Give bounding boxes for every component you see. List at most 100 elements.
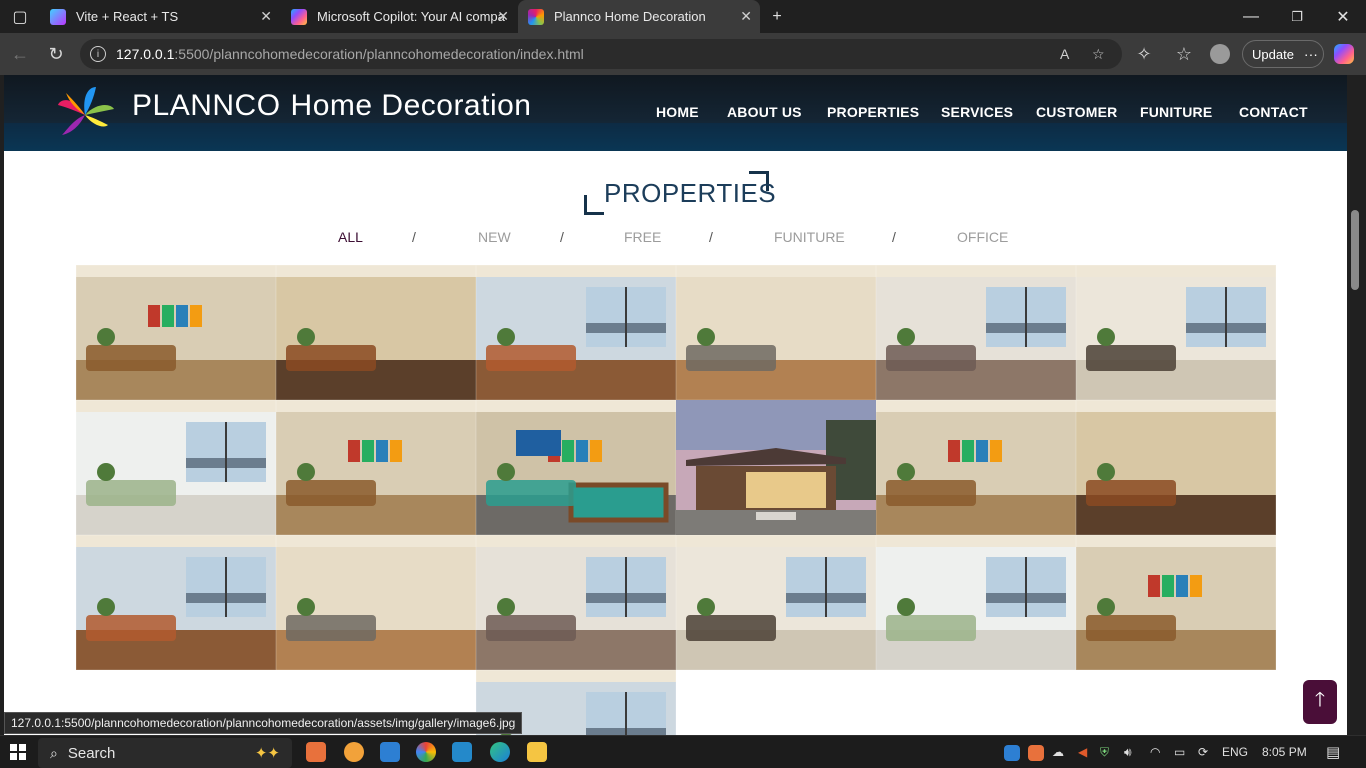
brand-main: PLANNCO [132, 89, 281, 122]
refresh-icon[interactable]: ↻ [42, 41, 70, 67]
file-explorer-icon[interactable] [527, 742, 547, 762]
web-page: PLANNCO Home Decoration HOME ABOUT US PRO… [4, 75, 1347, 735]
nav-services[interactable]: SERVICES [941, 104, 1013, 120]
tab-title: Plannco Home Decoration [554, 9, 706, 24]
favorite-star-icon[interactable]: ☆ [1092, 46, 1105, 63]
notifications-icon[interactable]: ▤ [1326, 743, 1340, 761]
gallery-image[interactable] [1076, 265, 1276, 400]
gallery-image[interactable] [676, 400, 876, 535]
gallery-image[interactable] [476, 535, 676, 670]
nav-about-us[interactable]: ABOUT US [727, 104, 802, 120]
nav-customer[interactable]: CUSTOMER [1036, 104, 1117, 120]
url-host: 127.0.0.1 [116, 46, 175, 62]
gallery-image[interactable] [676, 535, 876, 670]
security-shield-icon[interactable]: ⛨ [1100, 745, 1109, 760]
nav-home[interactable]: HOME [656, 104, 699, 120]
search-icon: ⌕ [50, 744, 58, 761]
taskbar: ⌕ Search ✦✦ ☁ ◀ ⛨ 🔊︎ ◠ ▭ ⟳ ENG 8:05 PM ▤ [0, 735, 1366, 768]
cloud-icon[interactable]: ☁ [1052, 745, 1064, 759]
gallery-image[interactable] [1076, 400, 1276, 535]
gallery-image[interactable] [276, 535, 476, 670]
filter-separator: / [560, 229, 564, 245]
profile-avatar-icon[interactable] [1206, 41, 1234, 67]
gallery-image[interactable] [476, 400, 676, 535]
gallery-image[interactable] [1076, 535, 1276, 670]
minimize-icon[interactable]: — [1228, 0, 1274, 33]
url-text: 127.0.0.1:5500/planncohomedecoration/pla… [116, 46, 584, 62]
update-label: Update [1252, 46, 1294, 62]
plannco-icon [528, 8, 544, 25]
close-icon[interactable]: ✕ [740, 8, 752, 25]
restore-icon[interactable]: ❐ [1274, 0, 1320, 33]
windows-start-icon[interactable] [10, 744, 26, 760]
nav-contact[interactable]: CONTACT [1239, 104, 1308, 120]
brand-sub: Home Decoration [290, 89, 532, 122]
copilot-icon [291, 8, 307, 25]
monitor-app-icon[interactable] [380, 742, 400, 762]
tab-plannco[interactable]: Plannco Home Decoration ✕ [518, 0, 760, 33]
new-tab-icon[interactable]: + [754, 0, 800, 33]
taskbar-search[interactable]: ⌕ Search ✦✦ [38, 738, 292, 768]
window-close-icon[interactable]: ✕ [1320, 0, 1366, 33]
gallery-image[interactable] [276, 400, 476, 535]
tray-xampp-icon[interactable] [1028, 745, 1044, 761]
close-icon[interactable]: ✕ [260, 8, 272, 25]
gallery-image[interactable] [476, 265, 676, 400]
filter-funiture[interactable]: FUNITURE [774, 229, 845, 245]
filter-new[interactable]: NEW [478, 229, 511, 245]
warning-icon[interactable]: ◀ [1078, 745, 1087, 759]
tab-vite[interactable]: Vite + React + TS ✕ [40, 0, 280, 33]
gallery-image[interactable] [876, 400, 1076, 535]
wifi-icon[interactable]: ◠ [1150, 745, 1160, 759]
gallery-image[interactable] [76, 535, 276, 670]
section-heading: PROPERTIES [584, 171, 776, 217]
close-icon[interactable]: ✕ [497, 8, 509, 25]
favorites-icon[interactable]: ☆ [1170, 41, 1198, 67]
vscode-icon[interactable] [452, 742, 472, 762]
gallery-image[interactable] [76, 265, 276, 400]
plannco-logo-icon [58, 87, 114, 135]
battery-icon[interactable]: ▭ [1174, 745, 1185, 759]
page-title: PROPERTIES [604, 178, 777, 208]
copilot-sidebar-icon[interactable] [1330, 41, 1358, 67]
site-info-icon[interactable]: i [90, 46, 106, 62]
more-menu-icon[interactable]: ··· [1304, 46, 1318, 62]
tab-copilot[interactable]: Microsoft Copilot: Your AI compa ✕ [281, 0, 517, 33]
filter-office[interactable]: OFFICE [957, 229, 1008, 245]
sync-icon[interactable]: ⟳ [1198, 745, 1208, 759]
tab-actions-icon[interactable]: ▢ [0, 0, 40, 33]
gallery-image[interactable] [876, 535, 1076, 670]
url-path: :5500/planncohomedecoration/planncohomed… [174, 46, 584, 62]
edge-icon[interactable] [490, 742, 510, 762]
gallery-image[interactable] [676, 265, 876, 400]
filter-separator: / [412, 229, 416, 245]
filter-separator: / [892, 229, 896, 245]
extensions-icon[interactable]: ✧ [1130, 41, 1158, 67]
back-icon[interactable]: ← [6, 41, 34, 67]
language-indicator[interactable]: ENG [1222, 745, 1248, 759]
site-header: PLANNCO Home Decoration HOME ABOUT US PRO… [4, 75, 1347, 151]
gallery-image[interactable] [76, 400, 276, 535]
app-icon[interactable] [344, 742, 364, 762]
xampp-icon[interactable] [306, 742, 326, 762]
nav-properties[interactable]: PROPERTIES [827, 104, 919, 120]
gallery-image[interactable] [876, 265, 1076, 400]
update-button[interactable]: Update ··· [1242, 40, 1324, 68]
url-field[interactable]: i 127.0.0.1:5500/planncohomedecoration/p… [80, 39, 1122, 69]
page-scrollbar[interactable] [1347, 75, 1366, 735]
nav-funiture[interactable]: FUNITURE [1140, 104, 1212, 120]
volume-icon[interactable]: 🔊︎ [1124, 745, 1132, 760]
brand-name[interactable]: PLANNCO Home Decoration [132, 89, 531, 123]
filter-all[interactable]: ALL [338, 229, 363, 245]
back-to-top-button[interactable]: 🡑 [1303, 680, 1337, 724]
scrollbar-thumb[interactable] [1351, 210, 1359, 290]
chrome-icon[interactable] [416, 742, 436, 762]
filter-free[interactable]: FREE [624, 229, 661, 245]
clock[interactable]: 8:05 PM [1262, 745, 1307, 759]
read-aloud-icon[interactable]: A [1060, 46, 1069, 62]
vite-icon [50, 8, 66, 25]
gallery-image[interactable] [276, 265, 476, 400]
filter-separator: / [709, 229, 713, 245]
address-bar: ← ↻ i 127.0.0.1:5500/planncohomedecorati… [0, 33, 1366, 75]
tray-app-icon[interactable] [1004, 745, 1020, 761]
